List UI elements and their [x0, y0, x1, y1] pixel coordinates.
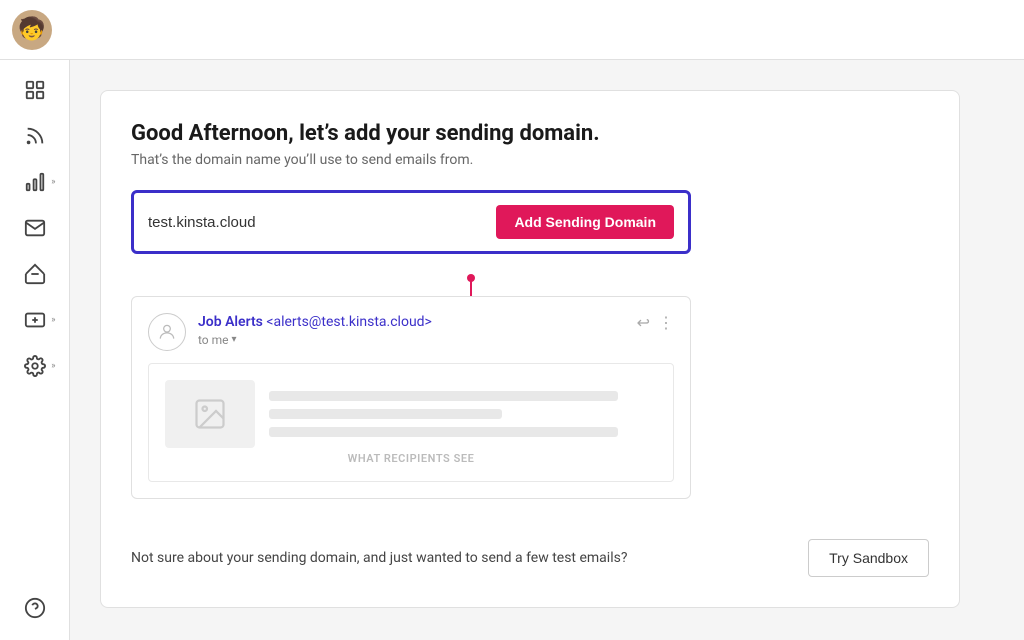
email-from: Job Alerts <alerts@test.kinsta.cloud> [198, 313, 625, 333]
sidebar-item-mail[interactable] [12, 208, 58, 248]
chevron-right-icon: » [51, 177, 55, 187]
avatar[interactable]: 🧒 [12, 10, 52, 50]
placeholder-line-3 [269, 427, 618, 437]
email-actions: ↩ ⋮ [637, 313, 674, 332]
email-header: Job Alerts <alerts@test.kinsta.cloud> to… [148, 313, 674, 351]
chevron-right-icon-billing: » [51, 315, 55, 325]
add-domain-button[interactable]: Add Sending Domain [496, 205, 674, 239]
sidebar: » » » [0, 60, 70, 640]
sidebar-item-billing[interactable]: » [12, 300, 58, 340]
email-body-placeholder: WHAT RECIPIENTS SEE [148, 363, 674, 482]
more-options-icon[interactable]: ⋮ [658, 313, 674, 332]
arrow-connector [131, 274, 691, 296]
try-sandbox-button[interactable]: Try Sandbox [808, 539, 929, 577]
email-to: to me ▾ [198, 333, 625, 347]
email-meta: Job Alerts <alerts@test.kinsta.cloud> to… [198, 313, 625, 347]
content-card: Good Afternoon, let’s add your sending d… [100, 90, 960, 608]
placeholder-line-1 [269, 391, 618, 401]
reply-icon[interactable]: ↩ [637, 313, 650, 332]
what-recipients-label: WHAT RECIPIENTS SEE [165, 452, 657, 465]
sandbox-section: Not sure about your sending domain, and … [131, 529, 929, 577]
sidebar-item-help[interactable] [12, 588, 58, 628]
sidebar-item-dashboard[interactable] [12, 70, 58, 110]
greeting-subtitle: That’s the domain name you’ll use to sen… [131, 152, 929, 168]
email-preview-card: Job Alerts <alerts@test.kinsta.cloud> to… [131, 296, 691, 499]
top-bar: 🧒 [0, 0, 1024, 60]
arrow-dot [467, 274, 475, 282]
sidebar-bottom [12, 588, 58, 628]
domain-input-box: Add Sending Domain [131, 190, 691, 254]
chevron-right-icon-settings: » [51, 361, 55, 371]
greeting-title: Good Afternoon, let’s add your sending d… [131, 121, 929, 146]
sandbox-text: Not sure about your sending domain, and … [131, 548, 788, 569]
dropdown-arrow-icon[interactable]: ▾ [232, 334, 237, 345]
email-avatar-icon [148, 313, 186, 351]
placeholder-line-2 [269, 409, 502, 419]
sidebar-item-rss[interactable] [12, 116, 58, 156]
sender-address: <alerts@test.kinsta.cloud> [266, 314, 432, 330]
domain-input[interactable] [148, 214, 486, 231]
text-placeholder [269, 391, 657, 437]
sidebar-item-settings[interactable]: » [12, 346, 58, 386]
sidebar-item-mail-open[interactable] [12, 254, 58, 294]
sidebar-item-analytics[interactable]: » [12, 162, 58, 202]
sender-name: Job Alerts [198, 314, 263, 330]
image-placeholder-icon [165, 380, 255, 448]
main-content: Good Afternoon, let’s add your sending d… [70, 60, 1024, 640]
